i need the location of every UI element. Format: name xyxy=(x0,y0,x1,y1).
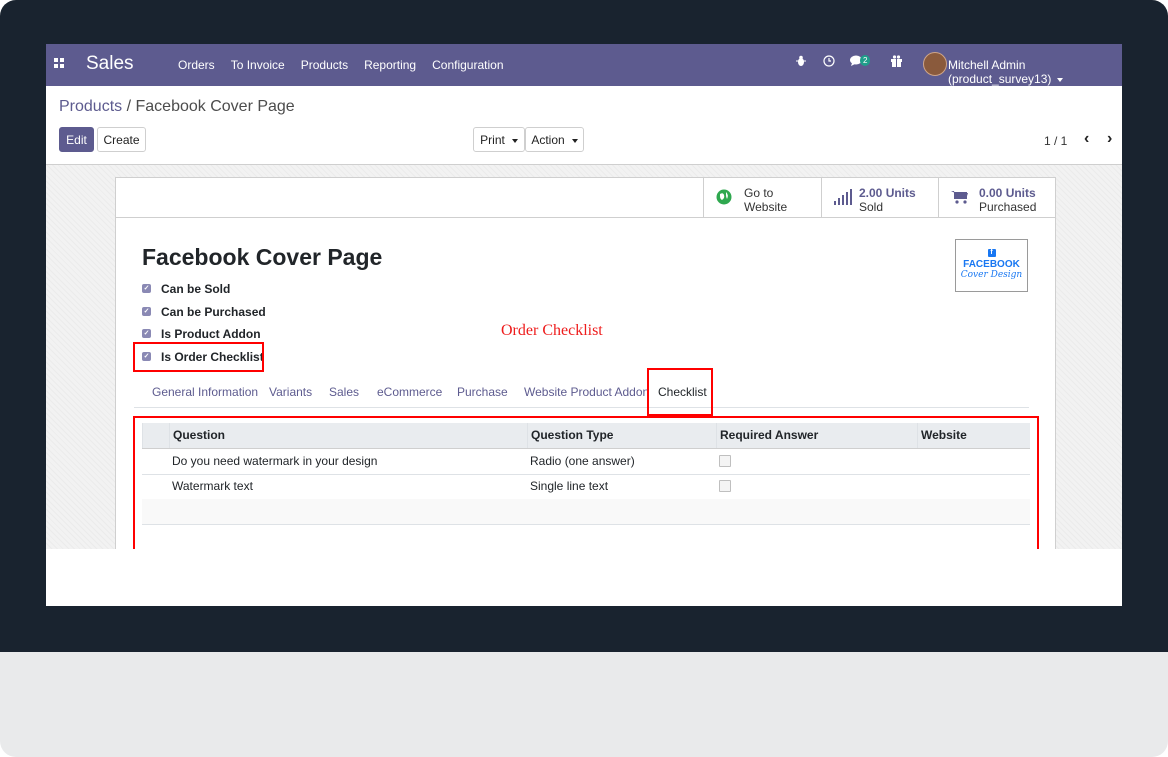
monitor-stand xyxy=(0,652,1168,757)
tab-general-information[interactable]: General Information xyxy=(152,385,258,399)
tab-variants[interactable]: Variants xyxy=(269,385,312,399)
menu-reporting[interactable]: Reporting xyxy=(364,58,416,72)
header-question[interactable]: Question xyxy=(169,423,527,448)
smart-button-box: Go to Website 2.00 Units Sold 0.00 Units… xyxy=(116,178,1055,218)
breadcrumb-products-link[interactable]: Products xyxy=(59,98,122,115)
pager-next-icon[interactable]: › xyxy=(1107,130,1112,148)
chevron-down-icon xyxy=(1057,77,1064,82)
can-be-purchased-label: Can be Purchased xyxy=(161,305,266,319)
can-be-sold-label: Can be Sold xyxy=(161,282,231,296)
action-label: Action xyxy=(531,133,565,147)
tab-website-product-addon[interactable]: Website Product Addon xyxy=(524,385,649,399)
units-purchased-label: Purchased xyxy=(979,200,1037,214)
question-type-cell: Single line text xyxy=(530,479,609,493)
form-sheet: Go to Website 2.00 Units Sold 0.00 Units… xyxy=(115,177,1056,606)
tab-purchase[interactable]: Purchase xyxy=(457,385,508,399)
user-menu[interactable]: Mitchell Admin (product_survey13) xyxy=(948,58,1122,86)
checklist-tab-highlight xyxy=(647,368,713,416)
table-row[interactable]: Watermark text Single line text xyxy=(142,474,1030,500)
header-website[interactable]: Website xyxy=(917,423,1030,448)
bug-icon[interactable] xyxy=(796,55,806,70)
action-dropdown[interactable]: Action xyxy=(525,127,584,152)
create-button[interactable]: Create xyxy=(97,127,146,152)
caret-down-icon xyxy=(571,138,578,143)
is-product-addon-label: Is Product Addon xyxy=(161,327,261,341)
check-icon: ✓ xyxy=(142,284,151,294)
header-required-answer[interactable]: Required Answer xyxy=(716,423,917,448)
edit-button[interactable]: Edit xyxy=(59,127,94,152)
user-avatar[interactable] xyxy=(923,52,947,76)
can-be-sold-checkbox[interactable]: ✓ Can be Sold xyxy=(142,282,230,296)
print-label: Print xyxy=(480,133,505,147)
menu-configuration[interactable]: Configuration xyxy=(432,58,503,72)
header-handle-column xyxy=(142,423,172,448)
facebook-icon: f xyxy=(987,249,996,257)
menu-orders[interactable]: Orders xyxy=(178,58,215,72)
required-answer-checkbox[interactable] xyxy=(719,454,731,467)
question-cell: Watermark text xyxy=(172,479,253,493)
apps-menu-icon[interactable] xyxy=(54,58,65,69)
website-line1: Go to xyxy=(744,186,774,200)
is-product-addon-checkbox[interactable]: ✓ Is Product Addon xyxy=(142,327,261,341)
form-background: Go to Website 2.00 Units Sold 0.00 Units… xyxy=(46,165,1122,606)
breadcrumb: Products / Facebook Cover Page xyxy=(59,98,295,116)
tab-sales[interactable]: Sales xyxy=(329,385,359,399)
caret-down-icon xyxy=(511,138,518,143)
units-sold-value: 2.00 Units xyxy=(859,186,916,200)
order-checklist-annotation: Order Checklist xyxy=(501,322,603,339)
table-row[interactable]: Do you need watermark in your design Rad… xyxy=(142,449,1030,475)
screen-bottom-area xyxy=(46,549,1122,606)
pager-previous-icon[interactable]: ‹ xyxy=(1084,130,1089,148)
go-to-website-button[interactable]: Go to Website xyxy=(703,178,821,217)
shopping-cart-icon xyxy=(951,191,968,204)
question-cell: Do you need watermark in your design xyxy=(172,454,378,468)
breadcrumb-current: Facebook Cover Page xyxy=(135,98,295,115)
top-navbar: Sales Orders To Invoice Products Reporti… xyxy=(46,44,1122,86)
logo-text-facebook: FACEBOOK xyxy=(963,259,1020,270)
units-sold-button[interactable]: 2.00 Units Sold xyxy=(821,178,939,217)
website-line2: Website xyxy=(744,200,788,214)
check-icon: ✓ xyxy=(142,329,151,339)
table-header: Question Question Type Required Answer W… xyxy=(142,423,1030,449)
units-sold-label: Sold xyxy=(859,200,884,214)
product-image[interactable]: f FACEBOOK Cover Design xyxy=(955,239,1028,292)
print-dropdown[interactable]: Print xyxy=(473,127,525,152)
signal-bars-icon xyxy=(834,189,852,205)
units-purchased-value: 0.00 Units xyxy=(979,186,1036,200)
question-type-cell: Radio (one answer) xyxy=(530,454,635,468)
header-question-type[interactable]: Question Type xyxy=(527,423,716,448)
main-menu: Orders To Invoice Products Reporting Con… xyxy=(178,58,520,72)
menu-to-invoice[interactable]: To Invoice xyxy=(231,58,285,72)
pager-value[interactable]: 1 / 1 xyxy=(1044,134,1067,148)
messages-badge: 2 xyxy=(860,55,871,66)
empty-table-row xyxy=(142,524,1030,550)
required-answer-cell xyxy=(716,449,917,474)
app-brand[interactable]: Sales xyxy=(86,53,134,75)
logo-text-cover-design: Cover Design xyxy=(960,270,1023,280)
app-screen: Sales Orders To Invoice Products Reporti… xyxy=(46,44,1122,606)
menu-products[interactable]: Products xyxy=(301,58,348,72)
globe-icon xyxy=(716,189,732,205)
empty-table-row xyxy=(142,499,1030,525)
breadcrumb-separator: / xyxy=(126,98,132,115)
form-tabs: General Information Variants Sales eComm… xyxy=(134,371,1029,408)
user-name: Mitchell Admin (product_survey13) xyxy=(948,58,1052,86)
order-checklist-highlight xyxy=(133,342,264,372)
units-purchased-button[interactable]: 0.00 Units Purchased xyxy=(938,178,1056,217)
gift-icon[interactable] xyxy=(891,55,902,70)
control-panel: Products / Facebook Cover Page Edit Crea… xyxy=(46,86,1122,165)
check-icon: ✓ xyxy=(142,307,151,317)
product-name: Facebook Cover Page xyxy=(142,244,383,270)
can-be-purchased-checkbox[interactable]: ✓ Can be Purchased xyxy=(142,305,266,319)
required-answer-cell xyxy=(716,474,917,499)
tab-ecommerce[interactable]: eCommerce xyxy=(377,385,442,399)
required-answer-checkbox[interactable] xyxy=(719,479,731,492)
clock-icon[interactable] xyxy=(823,55,835,70)
